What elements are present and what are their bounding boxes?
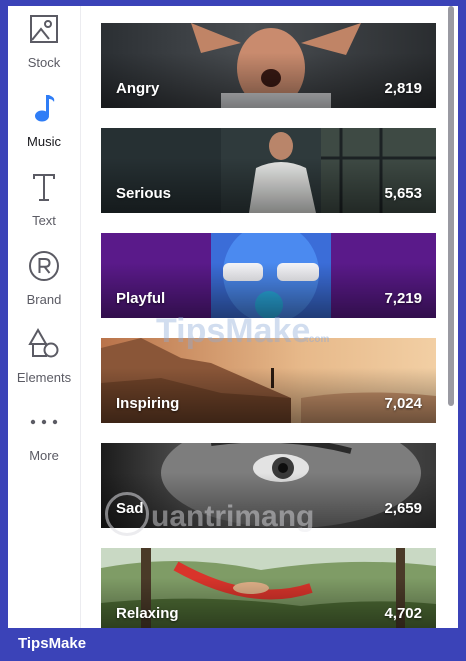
track-count: 4,702 [384, 605, 422, 622]
track-count: 5,653 [384, 185, 422, 202]
mood-name: Angry [116, 80, 160, 97]
track-count: 7,024 [384, 395, 422, 412]
mood-name: Inspiring [116, 395, 180, 412]
music-note-icon [27, 91, 61, 125]
track-count: 7,219 [384, 290, 422, 307]
sidebar-item-stock[interactable]: Stock [8, 12, 80, 82]
screenshot-frame: Stock Music Text Brand Elements More Ang… [0, 0, 466, 661]
mood-name: Relaxing [116, 605, 179, 622]
mood-card-sad[interactable]: Sad 2,659 [101, 443, 436, 528]
more-dots-icon [27, 405, 61, 439]
mood-list: Angry 2,819 Serious 5,653 Playful 7,219 … [81, 6, 458, 628]
footer-brand: TipsMake [18, 635, 87, 652]
sidebar-item-label: Text [32, 213, 56, 228]
mood-card-playful[interactable]: Playful 7,219 [101, 233, 436, 318]
mood-card-relaxing[interactable]: Relaxing 4,702 [101, 548, 436, 628]
mood-card-inspiring[interactable]: Inspiring 7,024 [101, 338, 436, 423]
mood-card-serious[interactable]: Serious 5,653 [101, 128, 436, 213]
registered-r-icon [27, 249, 61, 283]
track-count: 2,819 [384, 80, 422, 97]
sidebar-item-label: Stock [27, 55, 61, 70]
sidebar-item-text[interactable]: Text [8, 170, 80, 240]
sidebar: Stock Music Text Brand Elements More [8, 6, 81, 628]
sidebar-item-label: Music [27, 134, 61, 149]
scrollbar[interactable] [448, 6, 454, 406]
sidebar-item-more[interactable]: More [8, 405, 80, 475]
app-panel: Stock Music Text Brand Elements More Ang… [8, 6, 458, 628]
shapes-icon [27, 327, 61, 361]
sidebar-item-label: Brand [26, 292, 62, 307]
sidebar-item-label: Elements [16, 370, 72, 385]
sidebar-item-brand[interactable]: Brand [8, 249, 80, 319]
mood-name: Sad [116, 500, 144, 517]
track-count: 2,659 [384, 500, 422, 517]
sidebar-item-label: More [29, 448, 59, 463]
image-icon [27, 12, 61, 46]
mood-name: Playful [116, 290, 166, 307]
mood-name: Serious [116, 185, 172, 202]
mood-card-angry[interactable]: Angry 2,819 [101, 23, 436, 108]
sidebar-item-elements[interactable]: Elements [8, 327, 80, 397]
text-t-icon [27, 170, 61, 204]
sidebar-item-music[interactable]: Music [8, 91, 80, 161]
footer-bar: TipsMake [0, 628, 466, 661]
